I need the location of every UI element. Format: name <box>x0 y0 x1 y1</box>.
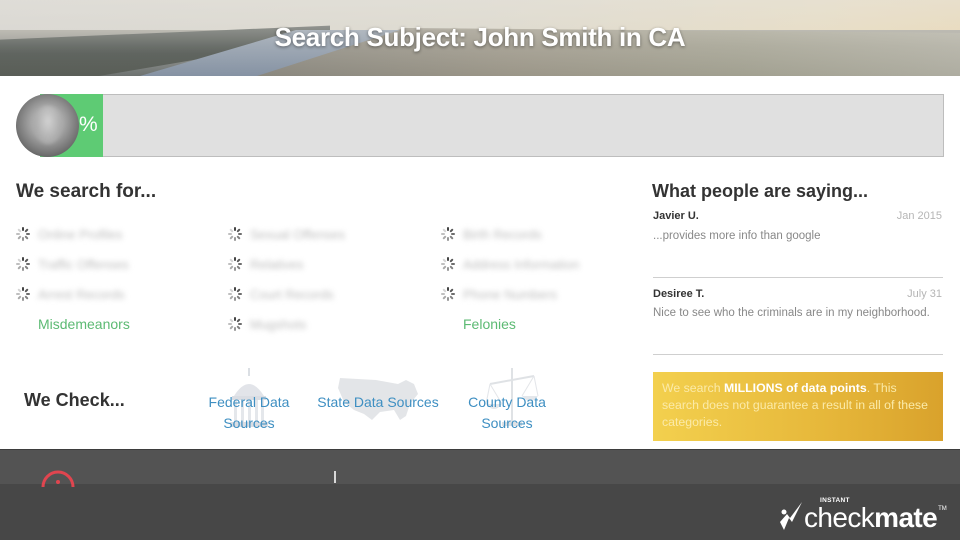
review-divider <box>653 354 943 355</box>
header-banner: Search Subject: John Smith in CA <box>0 0 960 76</box>
county-data-sources-link[interactable]: County Data Sources <box>457 392 557 434</box>
logo-instant: INSTANT <box>820 497 850 504</box>
we-check-heading: We Check... <box>24 390 125 410</box>
category-label: Traffic Offenses <box>38 256 129 272</box>
instant-checkmate-logo[interactable]: INSTANT check mate TM <box>778 496 947 532</box>
category-label: Birth Records <box>463 226 542 242</box>
loading-spinner-icon <box>441 257 455 271</box>
category-label: Relatives <box>250 256 304 272</box>
loading-spinner-icon <box>16 257 30 271</box>
logo-tm: TM <box>938 506 947 512</box>
category-label: Phone Numbers <box>463 286 557 302</box>
source-line1: Federal Data <box>208 394 290 410</box>
category-label: Sexual Offenses <box>250 226 346 242</box>
category-label: Online Profiles <box>38 226 123 242</box>
federal-data-sources-link[interactable]: Federal Data Sources <box>199 392 299 434</box>
search-category-item: Traffic Offenses <box>16 254 129 274</box>
progress-percent: % <box>79 113 98 136</box>
search-category-item: Sexual Offenses <box>228 224 345 244</box>
category-label: Address Information <box>463 256 580 272</box>
logo-mate: mate <box>874 502 938 533</box>
search-category-item: Felonies <box>441 314 516 334</box>
category-label-complete: Misdemeanors <box>38 316 130 332</box>
review-text: ...provides more info than google <box>653 230 821 242</box>
text-cursor <box>334 471 336 483</box>
review-date: Jan 2015 <box>896 210 942 222</box>
gauge-icon <box>41 470 75 488</box>
search-for-heading: We search for... <box>16 181 157 202</box>
category-label: Court Records <box>250 286 334 302</box>
loading-spinner-icon <box>228 287 242 301</box>
search-category-item: Relatives <box>228 254 303 274</box>
search-category-item: Mugshots <box>228 314 306 334</box>
loading-spinner-icon <box>441 287 455 301</box>
search-category-item: Misdemeanors <box>16 314 130 334</box>
progress-track <box>40 94 944 157</box>
loading-spinner-icon <box>228 227 242 241</box>
page-title: Search Subject: John Smith in CA <box>274 22 686 52</box>
loading-spinner-icon <box>16 287 30 301</box>
search-progress: % <box>16 94 944 157</box>
review-author: Javier U. <box>653 210 699 222</box>
search-category-item: Arrest Records <box>16 284 125 304</box>
category-label: Arrest Records <box>38 286 125 302</box>
loading-spinner-icon <box>228 317 242 331</box>
subject-avatar <box>16 94 79 157</box>
review-divider <box>653 277 943 278</box>
category-label-complete: Felonies <box>463 316 516 332</box>
loading-spinner-icon <box>16 227 30 241</box>
notice-bold: MILLIONS of data points <box>723 381 867 395</box>
search-category-item: Birth Records <box>441 224 542 244</box>
category-label: Mugshots <box>250 316 307 332</box>
source-line1: County Data <box>468 394 546 410</box>
loading-spinner-icon <box>228 257 242 271</box>
state-data-sources-link[interactable]: State Data Sources <box>312 392 444 413</box>
avatar-face <box>34 106 62 144</box>
source-line2: Sources <box>481 415 533 431</box>
review-text: Nice to see who the criminals are in my … <box>653 307 930 319</box>
notice-prefix: We search <box>662 381 724 395</box>
search-category-item: Address Information <box>441 254 579 274</box>
disclaimer-notice: We search MILLIONS of data points. This … <box>653 372 943 441</box>
footer-bar <box>0 449 960 484</box>
review-author: Desiree T. <box>653 288 705 300</box>
search-category-item: Phone Numbers <box>441 284 557 304</box>
source-line1: State Data Sources <box>317 394 439 410</box>
loading-spinner-icon <box>441 227 455 241</box>
testimonials-heading: What people are saying... <box>652 181 869 201</box>
logo-check: check <box>804 502 875 533</box>
review-date: July 31 <box>907 288 942 300</box>
search-category-item: Court Records <box>228 284 334 304</box>
source-line2: Sources <box>223 415 275 431</box>
page: Search Subject: John Smith in CA % We se… <box>0 0 960 540</box>
checkmate-figure-icon <box>780 502 802 530</box>
search-category-item: Online Profiles <box>16 224 123 244</box>
